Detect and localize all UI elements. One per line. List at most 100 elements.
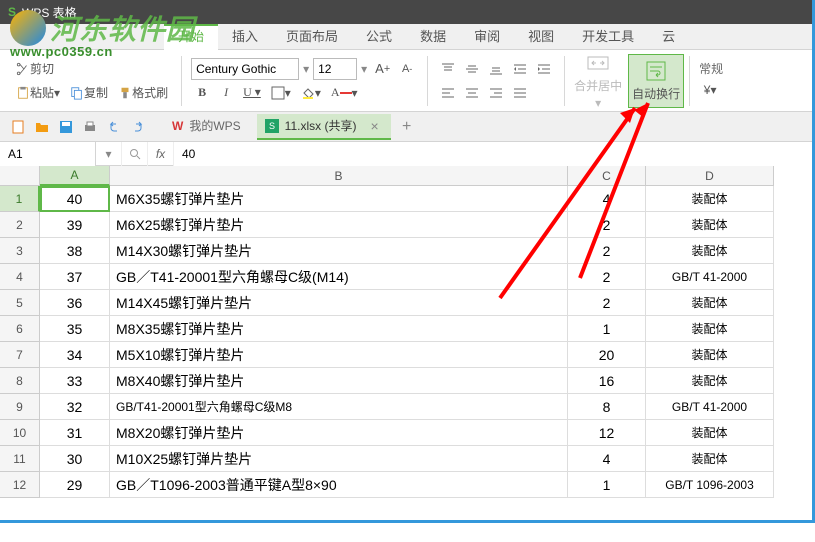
redo-button[interactable] bbox=[128, 117, 148, 137]
name-box[interactable] bbox=[0, 142, 96, 166]
cell[interactable]: 12 bbox=[568, 420, 646, 446]
cell[interactable]: M8X35螺钉弹片垫片 bbox=[110, 316, 568, 342]
cell[interactable]: GB／T1096-2003普通平键A型8×90 bbox=[110, 472, 568, 498]
fx-button[interactable]: fx bbox=[148, 142, 174, 166]
cell[interactable]: GB／T41-20001型六角螺母C级(M14) bbox=[110, 264, 568, 290]
increase-font-button[interactable]: A+ bbox=[371, 58, 394, 80]
cell[interactable]: 装配体 bbox=[646, 420, 774, 446]
row-header[interactable]: 9 bbox=[0, 394, 40, 420]
tab-formula[interactable]: 公式 bbox=[352, 24, 406, 50]
cell[interactable]: M5X10螺钉弹片垫片 bbox=[110, 342, 568, 368]
open-button[interactable] bbox=[32, 117, 52, 137]
formula-input[interactable] bbox=[174, 142, 815, 166]
cell[interactable]: GB/T 41-2000 bbox=[646, 394, 774, 420]
cell[interactable]: 装配体 bbox=[646, 446, 774, 472]
row-header[interactable]: 11 bbox=[0, 446, 40, 472]
row-header[interactable]: 2 bbox=[0, 212, 40, 238]
chevron-down-icon[interactable]: ▾ bbox=[303, 62, 309, 76]
font-select[interactable] bbox=[191, 58, 299, 80]
col-header-C[interactable]: C bbox=[568, 166, 646, 186]
select-all-corner[interactable] bbox=[0, 166, 40, 186]
cell[interactable]: 1 bbox=[568, 316, 646, 342]
row-header[interactable]: 7 bbox=[0, 342, 40, 368]
col-header-D[interactable]: D bbox=[646, 166, 774, 186]
cell[interactable]: 4 bbox=[568, 186, 646, 212]
col-header-B[interactable]: B bbox=[110, 166, 568, 186]
indent-increase-button[interactable] bbox=[533, 58, 555, 80]
tab-start[interactable]: 开始 bbox=[164, 24, 218, 50]
cell[interactable]: M6X25螺钉弹片垫片 bbox=[110, 212, 568, 238]
close-tab-button[interactable]: × bbox=[370, 118, 378, 134]
cell[interactable]: 32 bbox=[40, 394, 110, 420]
tab-view[interactable]: 视图 bbox=[514, 24, 568, 50]
currency-button[interactable]: ¥▾ bbox=[699, 79, 721, 101]
cell[interactable]: 33 bbox=[40, 368, 110, 394]
print-button[interactable] bbox=[80, 117, 100, 137]
cell[interactable]: 1 bbox=[568, 472, 646, 498]
cell[interactable]: 4 bbox=[568, 446, 646, 472]
align-left-button[interactable] bbox=[437, 82, 459, 104]
align-top-button[interactable] bbox=[437, 58, 459, 80]
row-header[interactable]: 5 bbox=[0, 290, 40, 316]
cell[interactable]: 2 bbox=[568, 212, 646, 238]
paste-button[interactable]: 粘贴▾ bbox=[12, 82, 64, 104]
underline-button[interactable]: U ▾ bbox=[239, 82, 265, 104]
search-function-button[interactable] bbox=[122, 142, 148, 166]
chevron-down-icon[interactable]: ▾ bbox=[361, 62, 367, 76]
cell[interactable]: 35 bbox=[40, 316, 110, 342]
cell[interactable]: 装配体 bbox=[646, 342, 774, 368]
row-header[interactable]: 12 bbox=[0, 472, 40, 498]
format-painter-button[interactable]: 格式刷 bbox=[114, 82, 172, 104]
tab-layout[interactable]: 页面布局 bbox=[272, 24, 352, 50]
row-header[interactable]: 4 bbox=[0, 264, 40, 290]
wrap-text-button[interactable]: 自动换行 bbox=[628, 54, 684, 108]
cell[interactable]: M14X30螺钉弹片垫片 bbox=[110, 238, 568, 264]
doctab-file[interactable]: S 11.xlsx (共享) × bbox=[257, 114, 391, 140]
cell[interactable]: 34 bbox=[40, 342, 110, 368]
cell[interactable]: 2 bbox=[568, 238, 646, 264]
cell[interactable]: GB/T 1096-2003 bbox=[646, 472, 774, 498]
align-justify-button[interactable] bbox=[509, 82, 531, 104]
cell[interactable]: M10X25螺钉弹片垫片 bbox=[110, 446, 568, 472]
cell[interactable]: M14X45螺钉弹片垫片 bbox=[110, 290, 568, 316]
save-button[interactable] bbox=[56, 117, 76, 137]
cell[interactable]: 装配体 bbox=[646, 316, 774, 342]
align-middle-button[interactable] bbox=[461, 58, 483, 80]
indent-decrease-button[interactable] bbox=[509, 58, 531, 80]
row-header[interactable]: 1 bbox=[0, 186, 40, 212]
decrease-font-button[interactable]: A- bbox=[396, 58, 418, 80]
fontsize-select[interactable] bbox=[313, 58, 357, 80]
new-tab-button[interactable]: + bbox=[395, 115, 419, 139]
bold-button[interactable]: B bbox=[191, 82, 213, 104]
cell[interactable]: 2 bbox=[568, 264, 646, 290]
cell[interactable]: M8X20螺钉弹片垫片 bbox=[110, 420, 568, 446]
cell[interactable]: 装配体 bbox=[646, 238, 774, 264]
cell[interactable]: 30 bbox=[40, 446, 110, 472]
new-file-button[interactable] bbox=[8, 117, 28, 137]
align-bottom-button[interactable] bbox=[485, 58, 507, 80]
row-header[interactable]: 3 bbox=[0, 238, 40, 264]
merge-center-button[interactable]: 合并居中▾ bbox=[570, 54, 626, 108]
fill-color-button[interactable]: ▾ bbox=[297, 82, 325, 104]
cell[interactable]: 37 bbox=[40, 264, 110, 290]
cell[interactable]: M8X40螺钉弹片垫片 bbox=[110, 368, 568, 394]
italic-button[interactable]: I bbox=[215, 82, 237, 104]
cell[interactable]: 31 bbox=[40, 420, 110, 446]
font-color-button[interactable]: A▾ bbox=[327, 82, 362, 104]
row-header[interactable]: 8 bbox=[0, 368, 40, 394]
cell[interactable]: 40 bbox=[40, 186, 110, 212]
tab-cloud[interactable]: 云 bbox=[648, 24, 689, 50]
number-format-label[interactable]: 常规 bbox=[699, 60, 723, 77]
tab-insert[interactable]: 插入 bbox=[218, 24, 272, 50]
align-right-button[interactable] bbox=[485, 82, 507, 104]
cell[interactable]: 2 bbox=[568, 290, 646, 316]
tab-data[interactable]: 数据 bbox=[406, 24, 460, 50]
cell[interactable]: 20 bbox=[568, 342, 646, 368]
cell[interactable]: 装配体 bbox=[646, 212, 774, 238]
namebox-dropdown[interactable]: ▾ bbox=[96, 142, 122, 166]
cell[interactable]: GB/T41-20001型六角螺母C级M8 bbox=[110, 394, 568, 420]
cell[interactable]: GB/T 41-2000 bbox=[646, 264, 774, 290]
row-header[interactable]: 6 bbox=[0, 316, 40, 342]
cell[interactable]: 装配体 bbox=[646, 290, 774, 316]
copy-button[interactable]: 复制 bbox=[66, 82, 112, 104]
